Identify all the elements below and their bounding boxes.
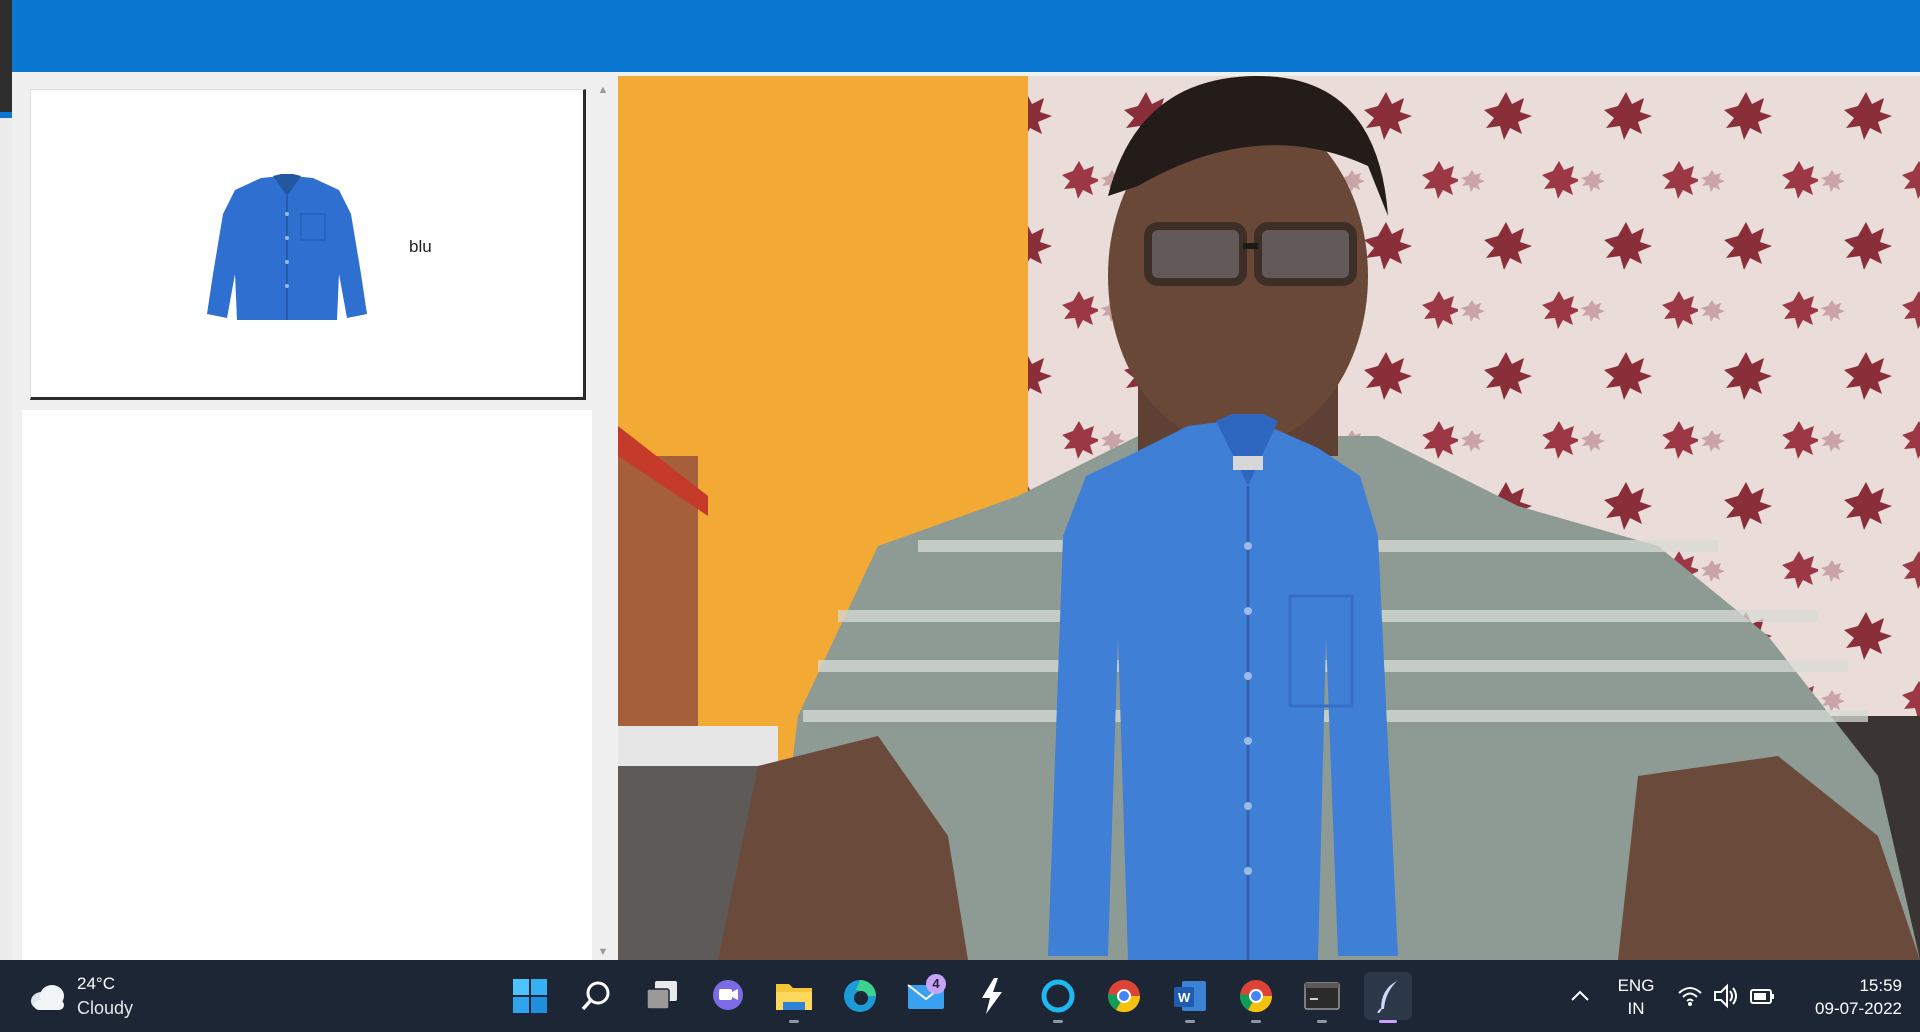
file-explorer-button[interactable] xyxy=(770,972,818,1023)
terminal-icon xyxy=(1304,982,1340,1010)
scroll-down-arrow-icon[interactable]: ▼ xyxy=(594,944,612,960)
vertical-scrollbar[interactable]: ▲ ▼ xyxy=(594,82,612,960)
edge-button[interactable] xyxy=(836,972,884,1020)
folder-icon xyxy=(776,984,812,1010)
taskbar: 24°C Cloudy 4 W ENG IN 15:59 09-07-2022 xyxy=(0,960,1920,1032)
webcam-view xyxy=(618,76,1920,960)
webcam-frame xyxy=(618,76,1920,960)
overlay-shirt xyxy=(1048,414,1398,960)
weather-condition: Cloudy xyxy=(77,998,134,1018)
battery-icon[interactable] xyxy=(1748,982,1776,1010)
start-button[interactable] xyxy=(506,972,554,1020)
background-window-accent xyxy=(0,112,12,118)
chevron-up-icon[interactable] xyxy=(1566,982,1594,1010)
shirt-thumbnail-icon xyxy=(207,174,367,320)
chat-icon xyxy=(713,980,743,1010)
cortana-icon xyxy=(1041,979,1075,1013)
running-indicator xyxy=(1251,1020,1261,1023)
chat-button[interactable] xyxy=(704,972,752,1020)
wifi-icon[interactable] xyxy=(1676,982,1704,1010)
task-view-icon xyxy=(646,981,677,1010)
language-line1: ENG xyxy=(1617,976,1655,995)
weather-widget[interactable]: 24°C Cloudy xyxy=(28,972,208,1020)
svg-text:W: W xyxy=(1178,990,1191,1005)
weather-temperature: 24°C xyxy=(77,974,115,993)
catalog-list-area xyxy=(22,410,592,960)
word-icon: W xyxy=(1174,981,1206,1011)
lightning-icon xyxy=(982,978,1002,1014)
cloud-icon xyxy=(31,985,64,1010)
language-indicator[interactable]: ENG IN xyxy=(1612,974,1660,1020)
mail-button[interactable]: 4 xyxy=(902,972,950,1020)
scroll-up-arrow-icon[interactable]: ▲ xyxy=(594,82,612,98)
running-indicator xyxy=(789,1020,799,1023)
window-titlebar[interactable] xyxy=(12,0,1920,72)
app-button[interactable] xyxy=(968,972,1016,1020)
mail-badge: 4 xyxy=(926,974,946,994)
clock-time: 15:59 xyxy=(1859,976,1902,995)
system-clock[interactable]: 15:59 09-07-2022 xyxy=(1786,974,1902,1020)
cortana-button[interactable] xyxy=(1034,972,1082,1023)
search-button[interactable] xyxy=(572,972,620,1020)
edge-icon xyxy=(844,980,876,1012)
chrome-button-2[interactable] xyxy=(1232,972,1280,1023)
volume-icon[interactable] xyxy=(1712,982,1740,1010)
language-line2: IN xyxy=(1627,999,1645,1018)
background-window-strip xyxy=(0,0,12,112)
item-label: blu xyxy=(409,237,432,256)
windows-icon xyxy=(513,979,547,1013)
word-button[interactable]: W xyxy=(1166,972,1214,1023)
chrome-icon xyxy=(1107,980,1141,1013)
catalog-item-card[interactable]: blu xyxy=(30,89,586,400)
terminal-button[interactable] xyxy=(1298,972,1346,1023)
chrome-icon xyxy=(1239,980,1273,1013)
search-icon xyxy=(581,981,610,1011)
running-indicator xyxy=(1185,1020,1195,1023)
chrome-button[interactable] xyxy=(1100,972,1148,1020)
task-view-button[interactable] xyxy=(638,972,686,1020)
clock-date: 09-07-2022 xyxy=(1815,999,1902,1018)
active-indicator xyxy=(1379,1020,1397,1023)
active-app-button[interactable] xyxy=(1364,972,1412,1023)
running-indicator xyxy=(1053,1020,1063,1023)
feather-icon xyxy=(1377,981,1397,1013)
running-indicator xyxy=(1317,1020,1327,1023)
